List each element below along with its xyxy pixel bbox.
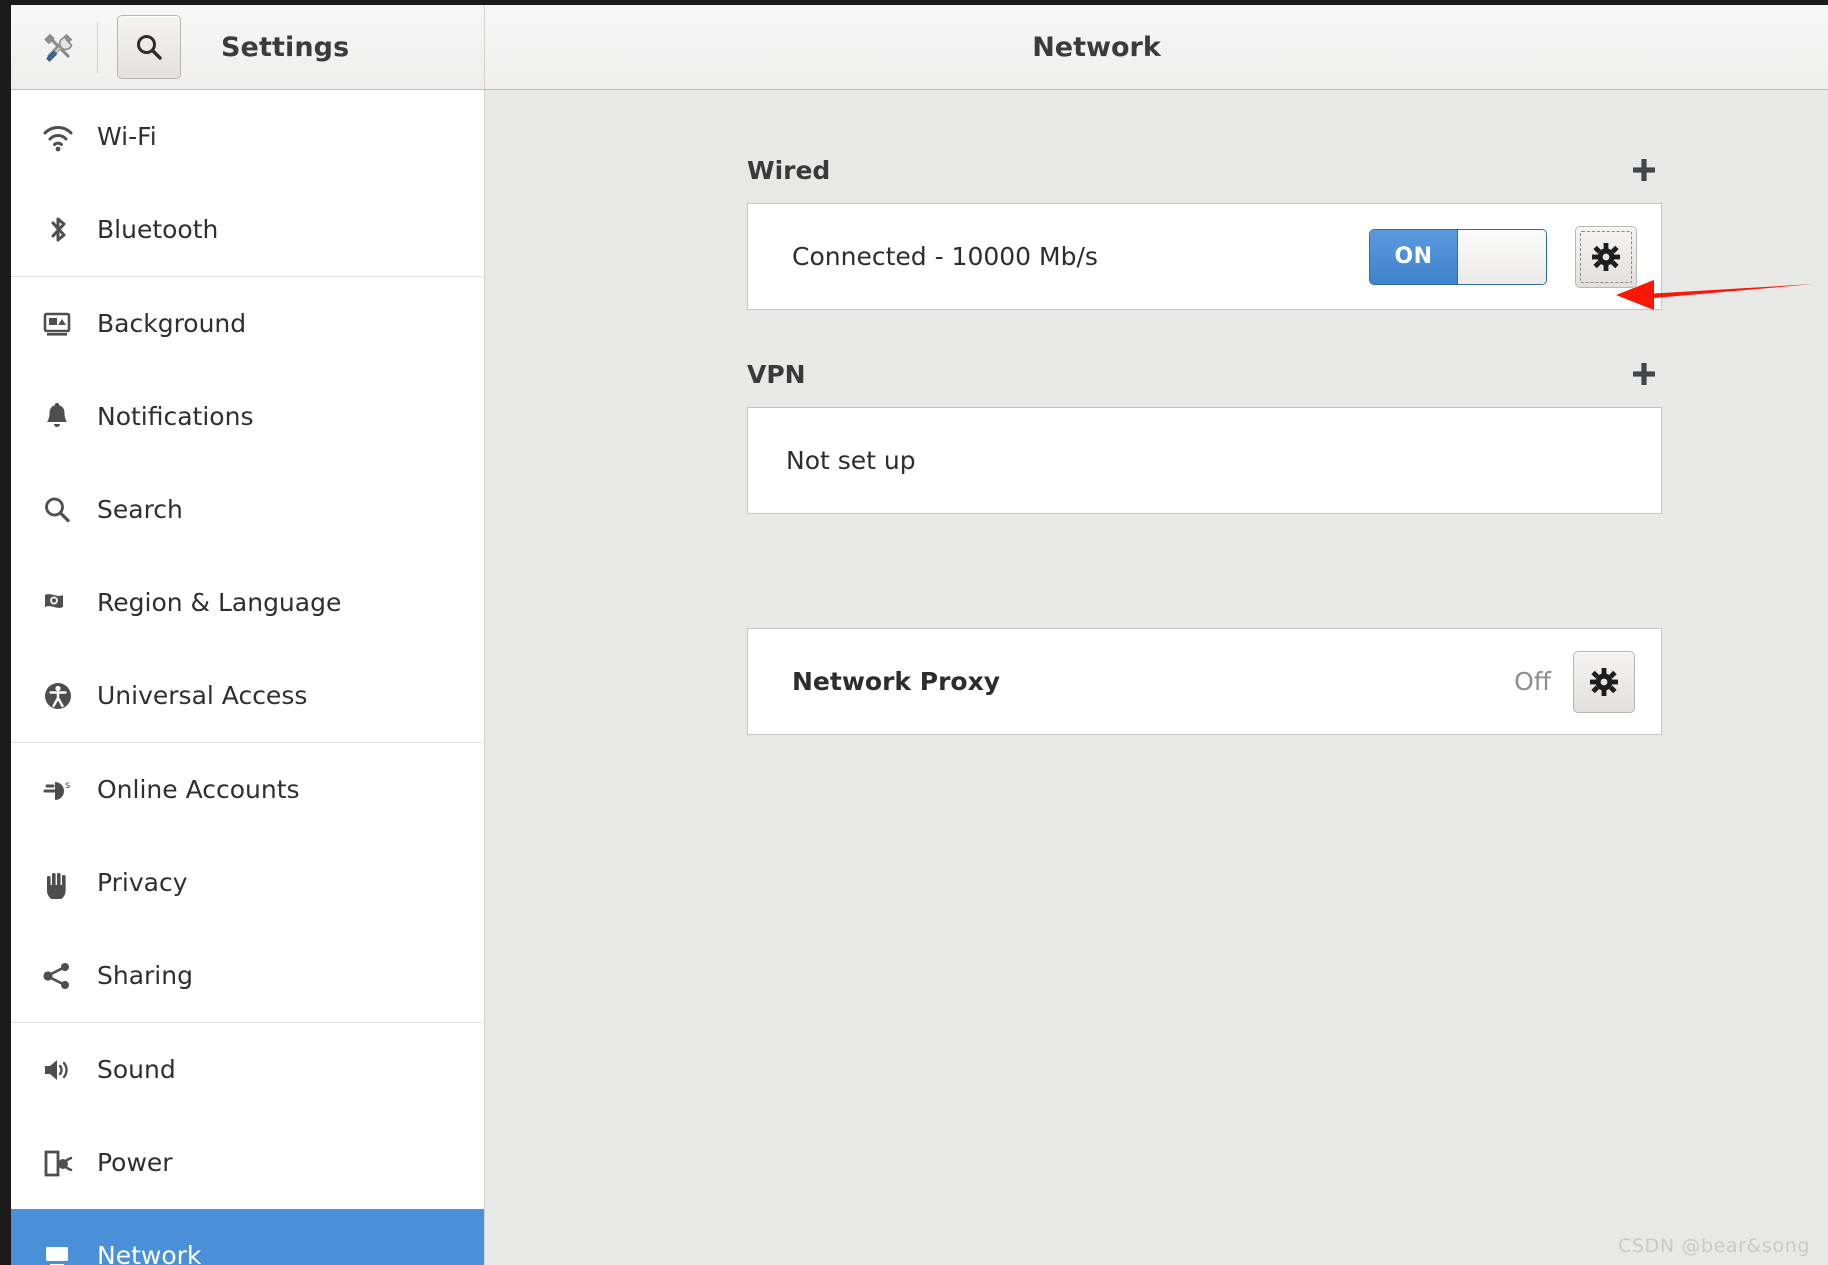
sidebar-item-label: Search [97,495,183,524]
gear-icon [1590,667,1618,696]
sidebar-item-bluetooth[interactable]: Bluetooth [11,183,484,276]
wired-section: Wired Connected - 10000 Mb/s ON [747,152,1662,310]
sidebar-item-label: Sound [97,1055,176,1084]
add-vpn-button[interactable] [1626,356,1662,392]
power-plug-icon [41,1147,85,1179]
search-icon [137,35,162,60]
proxy-section: Network Proxy Off [747,628,1662,735]
search-button[interactable] [117,15,181,79]
wired-settings-button[interactable] [1575,225,1637,288]
sidebar-item-label: Power [97,1148,173,1177]
network-proxy-card: Network Proxy Off [747,628,1662,735]
share-icon [41,960,85,992]
add-wired-button[interactable] [1626,152,1662,188]
header-right-section: Network [485,5,1828,89]
header-separator [97,21,98,73]
plus-icon [1633,159,1655,181]
wired-section-header: Wired [747,152,1662,188]
sidebar-item-label: Privacy [97,868,188,897]
sidebar-item-sharing[interactable]: Sharing [11,929,484,1022]
accessibility-icon [41,679,85,713]
sidebar-item-label: Bluetooth [97,215,219,244]
sidebar-item-label: Universal Access [97,681,308,710]
sidebar-item-wi-fi[interactable]: Wi-Fi [11,90,484,183]
sidebar-item-region-and-language[interactable]: Region & Language [11,556,484,649]
hand-icon [41,867,85,899]
online-accounts-icon: s [41,773,85,807]
sidebar-item-label: Region & Language [97,588,342,617]
wired-title: Wired [747,155,831,185]
sidebar: Wi-Fi Bluetooth Background Notifications… [11,90,485,1265]
vpn-card[interactable]: Not set up [747,407,1662,514]
vpn-section-header: VPN [747,356,1662,392]
gear-icon [1592,242,1620,271]
sidebar-item-notifications[interactable]: Notifications [11,370,484,463]
settings-window: Settings Network Wi-Fi Bluetooth Backgro… [11,5,1828,1265]
screenshot-root: Settings Network Wi-Fi Bluetooth Backgro… [0,0,1828,1265]
network-proxy-label: Network Proxy [792,667,1001,696]
wired-status-label: Connected - 10000 Mb/s [792,242,1098,271]
vpn-section: VPN Not set up [747,356,1662,514]
sidebar-item-search[interactable]: Search [11,463,484,556]
window-body: Wi-Fi Bluetooth Background Notifications… [11,90,1828,1265]
wired-toggle-switch[interactable]: ON [1369,228,1547,285]
search-icon [41,494,85,526]
background-icon [41,308,85,340]
network-proxy-state: Off [1514,667,1551,696]
app-title: Settings [221,31,350,63]
network-panel: Wired Connected - 10000 Mb/s ON VPN Not … [485,90,1828,1265]
sidebar-item-universal-access[interactable]: Universal Access [11,649,484,742]
sidebar-item-privacy[interactable]: Privacy [11,836,484,929]
bell-icon [41,401,85,433]
sidebar-item-network[interactable]: Network [11,1209,484,1265]
flag-icon [41,587,85,619]
sidebar-item-background[interactable]: Background [11,277,484,370]
sidebar-item-label: Sharing [97,961,193,990]
sidebar-item-label: Notifications [97,402,254,431]
sidebar-item-label: Online Accounts [97,775,300,804]
sidebar-item-online-accounts[interactable]: s Online Accounts [11,743,484,836]
plus-icon [1633,363,1655,385]
wired-toggle-knob [1457,229,1546,284]
wired-toggle-on-label: ON [1370,229,1457,284]
sidebar-item-label: Wi-Fi [97,122,157,151]
header-left-section: Settings [11,5,485,89]
tools-icon [35,24,81,70]
speaker-icon [41,1054,85,1086]
sidebar-item-label: Background [97,309,247,338]
network-proxy-settings-button[interactable] [1573,650,1635,713]
vpn-title: VPN [747,359,806,389]
network-icon [41,1240,85,1265]
page-title: Network [1032,31,1161,63]
svg-text:s: s [65,780,70,791]
wired-connection-card: Connected - 10000 Mb/s ON [747,203,1662,310]
wifi-icon [41,120,85,154]
sidebar-item-power[interactable]: Power [11,1116,484,1209]
vpn-status-label: Not set up [786,446,916,475]
sidebar-item-sound[interactable]: Sound [11,1023,484,1116]
sidebar-item-label: Network [97,1241,202,1265]
bluetooth-icon [41,213,85,247]
header-bar: Settings Network [11,5,1828,90]
watermark: CSDN @bear&song [1618,1235,1810,1257]
